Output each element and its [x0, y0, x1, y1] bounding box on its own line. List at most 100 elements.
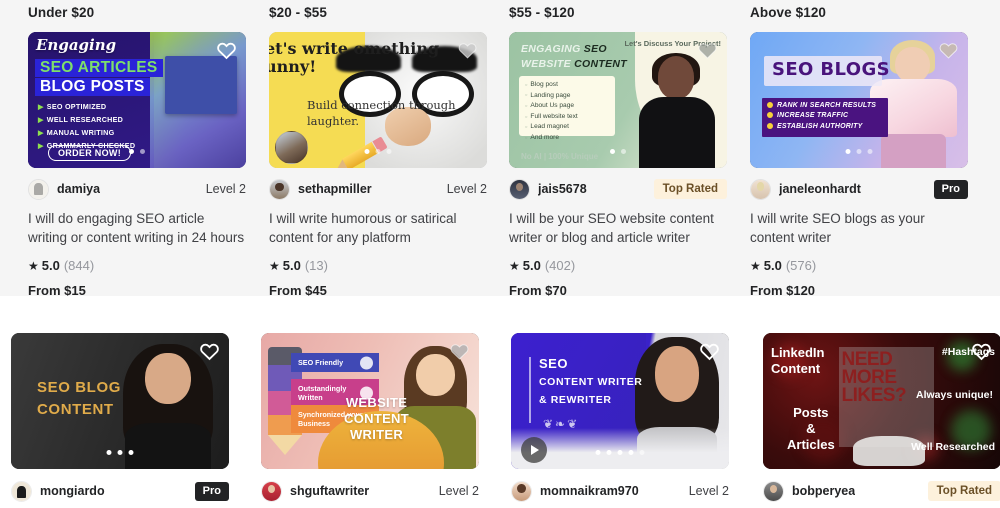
- avatar[interactable]: [750, 178, 771, 200]
- heart-filled-icon[interactable]: [449, 341, 470, 362]
- gig-title[interactable]: I will be your SEO website content write…: [509, 209, 727, 247]
- seller-row[interactable]: sethapmiller Level 2: [269, 178, 487, 200]
- gig-title[interactable]: I will write SEO blogs as your content w…: [750, 209, 968, 247]
- seller-name[interactable]: bobperyea: [792, 484, 855, 498]
- carousel-dots[interactable]: [106, 450, 134, 455]
- heart-outline-icon[interactable]: [971, 341, 992, 362]
- carousel-dots[interactable]: [610, 149, 626, 154]
- play-icon[interactable]: [521, 437, 547, 463]
- seller-name[interactable]: mongiardo: [40, 484, 105, 498]
- thumb-bullet: INCREASE TRAFFIC: [777, 112, 849, 120]
- thumbnail-artwork: et's write omething unny! Build connecti…: [269, 32, 487, 168]
- avatar[interactable]: [28, 178, 49, 200]
- avatar[interactable]: [763, 480, 784, 502]
- gig-thumbnail[interactable]: Engaging SEO ARTICLES BLOG POSTS ▶ SEO OP…: [28, 32, 246, 168]
- carousel-dots[interactable]: [845, 149, 873, 154]
- gig-thumbnail[interactable]: SEO BLOGS RANK IN SEARCH RESULTS INCREAS…: [750, 32, 968, 168]
- seller-level-badge: Level 2: [205, 182, 246, 196]
- pro-badge: Pro: [194, 481, 229, 501]
- gig-grid-column: SEO BLOG CONTENT mongiardo Pro: [0, 296, 252, 508]
- thumb-bullet: About Us page: [525, 102, 609, 109]
- gig-card[interactable]: Engaging SEO ARTICLES BLOG POSTS ▶ SEO OP…: [28, 32, 246, 298]
- heart-outline-icon[interactable]: [216, 40, 237, 61]
- gig-title[interactable]: I will do engaging SEO article writing o…: [28, 209, 246, 247]
- thumb-script-text: Engaging: [36, 36, 117, 54]
- gig-thumbnail[interactable]: et's write omething unny! Build connecti…: [269, 32, 487, 168]
- seller-row[interactable]: bobperyea Top Rated: [763, 480, 1000, 502]
- price-column-header: Under $20: [28, 5, 95, 20]
- gig-card[interactable]: SEO BLOG CONTENT mongiardo Pro: [11, 333, 229, 502]
- gig-thumbnail[interactable]: SEO CONTENT WRITER & REWRITER ❦❧❦: [511, 333, 729, 469]
- gig-card[interactable]: SEO CONTENT WRITER & REWRITER ❦❧❦ momnai…: [511, 333, 729, 502]
- thumb-headline: et's write omething unny!: [269, 39, 440, 76]
- price-column-above-120: Above $120 SEO BLOGS RANK IN SEARCH RESU…: [722, 0, 968, 298]
- gig-rating: ★ 5.0 (402): [509, 258, 727, 273]
- thumb-headline: SEO BLOGS: [772, 59, 891, 80]
- seller-row[interactable]: jais5678 Top Rated: [509, 178, 727, 200]
- thumb-bullet: MANUAL WRITING: [46, 128, 115, 138]
- carousel-dots[interactable]: [595, 450, 645, 455]
- carousel-dots[interactable]: [129, 149, 145, 154]
- thumb-bullet: WELL RESEARCHED: [46, 115, 124, 125]
- thumb-headline: SEO BLOG CONTENT: [37, 379, 121, 418]
- seller-name[interactable]: momnaikram970: [540, 484, 639, 498]
- seller-name[interactable]: shguftawriter: [290, 484, 369, 498]
- gig-rating: ★ 5.0 (13): [269, 258, 487, 273]
- thumb-headline-1: SEO: [539, 356, 568, 371]
- gig-thumbnail[interactable]: SEO BLOG CONTENT: [11, 333, 229, 469]
- seller-row[interactable]: shguftawriter Level 2: [261, 480, 479, 502]
- price-column-header: Above $120: [750, 5, 827, 20]
- heart-filled-icon[interactable]: [697, 40, 718, 61]
- rating-count: (13): [304, 258, 328, 273]
- gig-thumbnail[interactable]: NEED MORE LIKES? LinkedIn Content Posts …: [763, 333, 1000, 469]
- heart-outline-icon[interactable]: [199, 341, 220, 362]
- gig-card[interactable]: NEED MORE LIKES? LinkedIn Content Posts …: [763, 333, 1000, 502]
- pro-badge: Pro: [933, 179, 968, 199]
- gig-card[interactable]: SEO BLOGS RANK IN SEARCH RESULTS INCREAS…: [750, 32, 968, 298]
- thumb-bullet: Lead magnet: [525, 123, 609, 130]
- seller-name[interactable]: damiya: [57, 182, 100, 196]
- gig-thumbnail[interactable]: SEO Friendly Outstandingly Written Synch…: [261, 333, 479, 469]
- seller-row[interactable]: momnaikram970 Level 2: [511, 480, 729, 502]
- seller-name[interactable]: jais5678: [538, 182, 587, 196]
- star-icon: ★: [269, 258, 280, 273]
- thumb-bullet-list: Blog post Landing page About Us page Ful…: [519, 76, 615, 141]
- thumbnail-artwork: Engaging SEO ARTICLES BLOG POSTS ▶ SEO OP…: [28, 32, 246, 168]
- thumb-headline: WEBSITE CONTENT WRITER: [344, 395, 409, 443]
- seller-row[interactable]: mongiardo Pro: [11, 480, 229, 502]
- thumb-footer-text: No AI | 100% Unique: [521, 152, 599, 161]
- price-column-header: $55 - $120: [509, 5, 575, 20]
- thumb-headline-3: & REWRITER: [539, 394, 612, 406]
- heart-filled-icon[interactable]: [938, 40, 959, 61]
- avatar[interactable]: [511, 480, 532, 502]
- gig-grid-column: SEO CONTENT WRITER & REWRITER ❦❧❦ momnai…: [500, 296, 752, 508]
- heart-filled-icon[interactable]: [457, 40, 478, 61]
- avatar[interactable]: [269, 178, 290, 200]
- top-rated-badge: Top Rated: [927, 481, 1000, 501]
- price-bucket-section: Under $20 Engaging SEO ARTICLES BLOG POS…: [0, 0, 1000, 298]
- avatar[interactable]: [509, 178, 530, 200]
- price-column-under-20: Under $20 Engaging SEO ARTICLES BLOG POS…: [0, 0, 246, 298]
- gig-title[interactable]: I will write humorous or satirical conte…: [269, 209, 487, 247]
- thumbnail-artwork: SEO BLOG CONTENT: [11, 333, 229, 469]
- avatar[interactable]: [261, 480, 282, 502]
- heart-outline-icon[interactable]: [699, 341, 720, 362]
- carousel-dots[interactable]: [364, 149, 392, 154]
- star-icon: ★: [28, 258, 39, 273]
- rating-count: (402): [544, 258, 576, 273]
- gig-card[interactable]: Let's Discuss Your Project! ENGAGING SEO…: [509, 32, 727, 298]
- thumb-bullet: Full website text: [525, 113, 609, 120]
- gig-card[interactable]: et's write omething unny! Build connecti…: [269, 32, 487, 298]
- thumb-bullet: And more: [525, 134, 609, 141]
- avatar[interactable]: [11, 480, 32, 502]
- thumb-posts-text: Posts & Articles: [787, 405, 835, 452]
- seller-name[interactable]: janeleonhardt: [779, 182, 861, 196]
- seller-name[interactable]: sethapmiller: [298, 182, 372, 196]
- star-icon: ★: [750, 258, 761, 273]
- seller-row[interactable]: janeleonhardt Pro: [750, 178, 968, 200]
- rating-score: 5.0: [522, 258, 541, 273]
- seller-row[interactable]: damiya Level 2: [28, 178, 246, 200]
- gig-thumbnail[interactable]: Let's Discuss Your Project! ENGAGING SEO…: [509, 32, 727, 168]
- gig-card[interactable]: SEO Friendly Outstandingly Written Synch…: [261, 333, 479, 502]
- thumb-bullet: SEO OPTIMIZED: [46, 102, 107, 111]
